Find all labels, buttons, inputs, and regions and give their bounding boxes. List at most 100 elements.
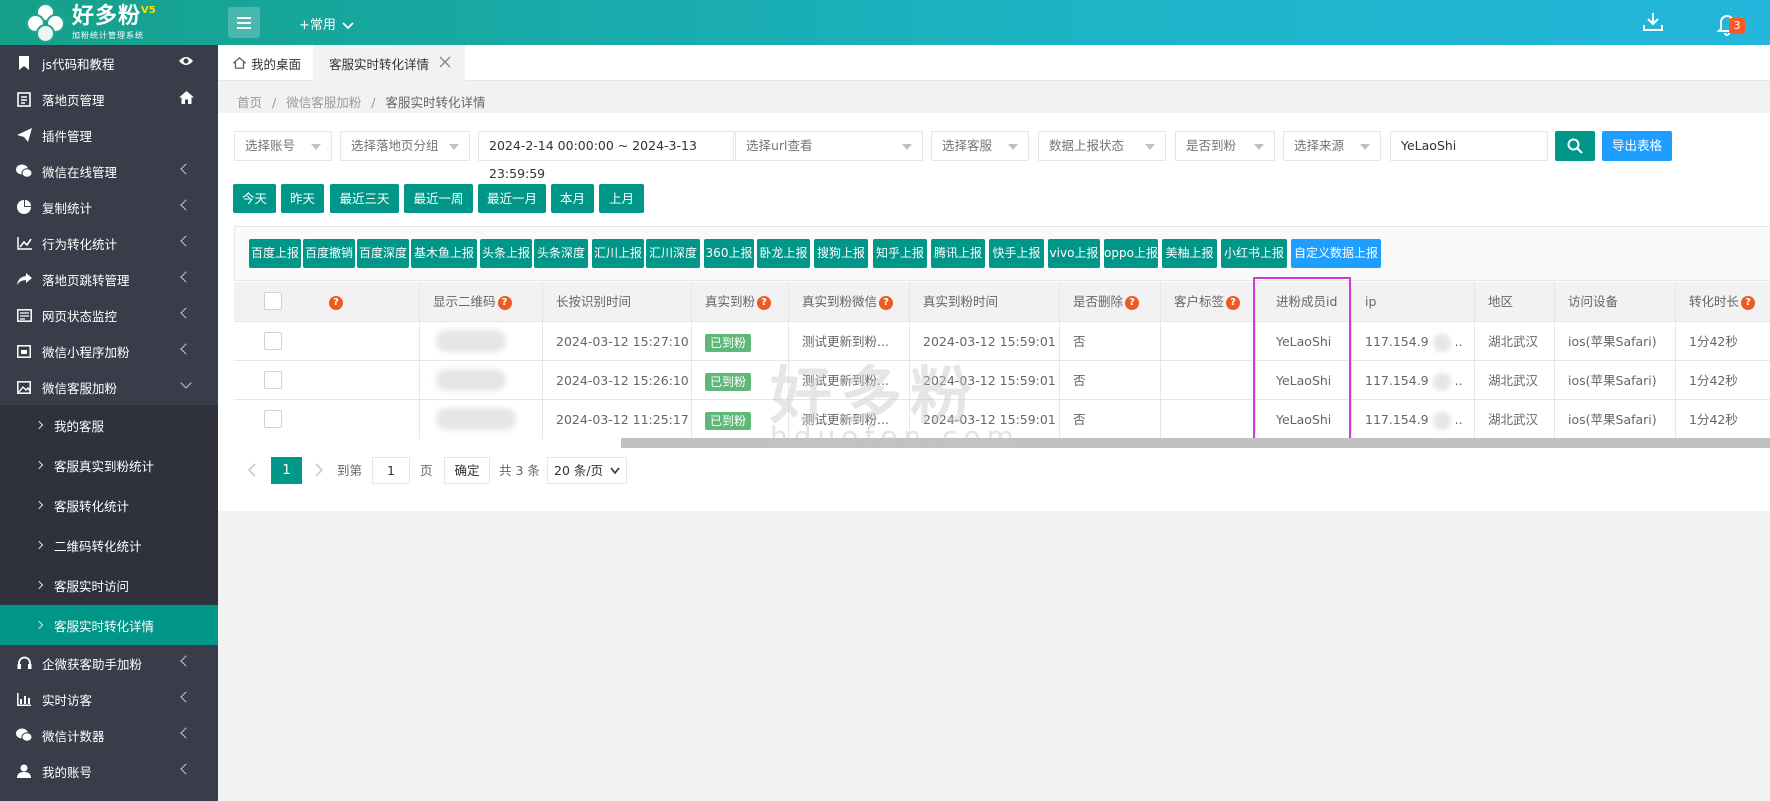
sidebar-item-wechat-counter[interactable]: 微信计数器 [0, 717, 218, 753]
share-icon [16, 271, 32, 287]
landing-group-select[interactable]: 选择落地页分组 [340, 131, 470, 161]
total-count: 共 3 条 [499, 463, 540, 478]
sidebar-item-realtime-visitor[interactable]: 实时访客 [0, 681, 218, 717]
url-select[interactable]: 选择url查看 [735, 131, 923, 161]
sidebar-item-label: 微信在线管理 [42, 164, 118, 180]
report-tencent-button[interactable]: 腾讯上报 [931, 239, 985, 268]
report-xiaohongshu-button[interactable]: 小红书上报 [1221, 239, 1287, 268]
help-icon[interactable]: ? [757, 295, 772, 310]
arrived-select[interactable]: 是否到粉 [1175, 131, 1275, 161]
sidebar-subitem-realtime-visit[interactable]: 客服实时访问 [0, 565, 218, 605]
row-checkbox[interactable] [264, 332, 282, 350]
report-360-button[interactable]: 360上报 [704, 239, 754, 268]
report-huichuan-deep-button[interactable]: 汇川深度 [646, 239, 700, 268]
report-vivo-button[interactable]: vivo上报 [1048, 239, 1100, 268]
blurred-qrcode [436, 369, 506, 391]
source-select[interactable]: 选择来源 [1283, 131, 1381, 161]
report-meiyou-button[interactable]: 美柚上报 [1162, 239, 1217, 268]
row-checkbox[interactable] [264, 410, 282, 428]
keyword-input[interactable]: YeLaoShi [1390, 131, 1548, 161]
breadcrumb-home[interactable]: 首页 [237, 95, 262, 110]
sidebar-item-plugin[interactable]: 插件管理 [0, 117, 218, 153]
help-icon[interactable]: ? [1741, 295, 1756, 310]
help-icon[interactable]: ? [497, 295, 512, 310]
report-toutiao-deep-button[interactable]: 头条深度 [534, 239, 588, 268]
quick-3days-button[interactable]: 最近三天 [330, 184, 399, 213]
sidebar-item-my-account[interactable]: 我的账号 [0, 753, 218, 789]
sidebar-item-behavior-stats[interactable]: 行为转化统计 [0, 225, 218, 261]
service-select[interactable]: 选择客服 [931, 131, 1029, 161]
sidebar-subitem-label: 二维码转化统计 [54, 538, 142, 554]
page-size-value: 20 条/页 [554, 463, 604, 478]
report-status-select-value: 数据上报状态 [1049, 138, 1125, 153]
quick-this-month-button[interactable]: 本月 [551, 184, 594, 213]
tab-home[interactable]: 我的桌面 [233, 45, 301, 81]
sidebar: js代码和教程 落地页管理 插件管理 微信在线管理 复制统计 行为转化统计 落地… [0, 45, 218, 801]
blurred-qrcode [436, 330, 506, 352]
sidebar-item-landing-redirect[interactable]: 落地页跳转管理 [0, 261, 218, 297]
sidebar-item-wechat-service[interactable]: 微信客服加粉 [0, 369, 218, 405]
sidebar-item-wecom-assistant[interactable]: 企微获客助手加粉 [0, 645, 218, 681]
date-range-input[interactable]: 2024-2-14 00:00:00 ~ 2024-3-13 23:59:59 [478, 131, 734, 181]
sidebar-subitem-conversion-stats[interactable]: 客服转化统计 [0, 485, 218, 525]
download-icon[interactable] [1641, 10, 1665, 34]
sidebar-item-landing-page[interactable]: 落地页管理 [0, 81, 218, 117]
report-baidu-revoke-button[interactable]: 百度撤销 [303, 239, 355, 268]
menu-toggle-button[interactable] [228, 7, 260, 38]
quick-last-month-button[interactable]: 上月 [599, 184, 644, 213]
user-icon [16, 763, 32, 779]
th-device: 访问设备 [1555, 282, 1676, 321]
th-arrived: 真实到粉? [692, 282, 789, 321]
report-status-select[interactable]: 数据上报状态 [1038, 131, 1166, 161]
sidebar-item-wechat-online[interactable]: 微信在线管理 [0, 153, 218, 189]
help-icon[interactable]: ? [1125, 295, 1140, 310]
sidebar-item-js-code[interactable]: js代码和教程 [0, 45, 218, 81]
report-wolong-button[interactable]: 卧龙上报 [757, 239, 810, 268]
sidebar-subitem-real-arrival-stats[interactable]: 客服真实到粉统计 [0, 445, 218, 485]
sidebar-subitem-label: 客服实时访问 [54, 578, 130, 594]
prev-page-icon[interactable] [247, 463, 257, 477]
report-oppo-button[interactable]: oppo上报 [1104, 239, 1158, 268]
quick-today-button[interactable]: 今天 [233, 184, 276, 213]
help-icon[interactable]: ? [879, 295, 894, 310]
goto-page-input[interactable]: 1 [372, 457, 410, 484]
send-icon [16, 127, 32, 143]
select-all-checkbox[interactable] [264, 292, 282, 310]
report-zhihu-button[interactable]: 知乎上报 [873, 239, 927, 268]
quick-month-button[interactable]: 最近一月 [478, 184, 546, 213]
sidebar-subitem-qrcode-stats[interactable]: 二维码转化统计 [0, 525, 218, 565]
report-custom-button[interactable]: 自定义数据上报 [1291, 239, 1381, 268]
report-toutiao-button[interactable]: 头条上报 [480, 239, 532, 268]
th-label: 真实到粉 [705, 294, 756, 309]
row-checkbox[interactable] [264, 371, 282, 389]
page-1-button[interactable]: 1 [271, 457, 302, 484]
tab-current[interactable]: 客服实时转化详情 [313, 45, 465, 81]
help-icon[interactable]: ? [1226, 295, 1241, 310]
report-baidu-deep-button[interactable]: 百度深度 [357, 239, 409, 268]
page-size-select[interactable]: 20 条/页 [547, 457, 627, 484]
account-select[interactable]: 选择账号 [234, 131, 332, 161]
sidebar-subitem-my-service[interactable]: 我的客服 [0, 405, 218, 445]
sidebar-subitem-realtime-detail[interactable]: 客服实时转化详情 [0, 605, 218, 645]
sidebar-item-page-monitor[interactable]: 网页状态监控 [0, 297, 218, 333]
help-icon[interactable]: ? [329, 295, 343, 310]
report-sogou-button[interactable]: 搜狗上报 [814, 239, 868, 268]
th-label: 真实到粉时间 [923, 294, 999, 309]
breadcrumb-section[interactable]: 微信客服加粉 [286, 95, 361, 110]
close-icon[interactable] [439, 56, 451, 68]
report-huichuan-button[interactable]: 汇川上报 [592, 239, 644, 268]
quick-week-button[interactable]: 最近一周 [404, 184, 473, 213]
search-button[interactable] [1555, 131, 1595, 161]
sidebar-item-mini-program[interactable]: 微信小程序加粉 [0, 333, 218, 369]
report-jimuyu-button[interactable]: 基木鱼上报 [411, 239, 477, 268]
th-region: 地区 [1475, 282, 1555, 321]
chevron-left-icon [180, 691, 192, 703]
goto-confirm-button[interactable]: 确定 [444, 457, 490, 484]
quick-yesterday-button[interactable]: 昨天 [281, 184, 324, 213]
report-baidu-button[interactable]: 百度上报 [249, 239, 301, 268]
next-page-icon[interactable] [314, 463, 324, 477]
export-button[interactable]: 导出表格 [1602, 131, 1672, 161]
sidebar-item-copy-stats[interactable]: 复制统计 [0, 189, 218, 225]
report-kuaishou-button[interactable]: 快手上报 [989, 239, 1044, 268]
common-menu[interactable]: +常用 [299, 14, 354, 33]
